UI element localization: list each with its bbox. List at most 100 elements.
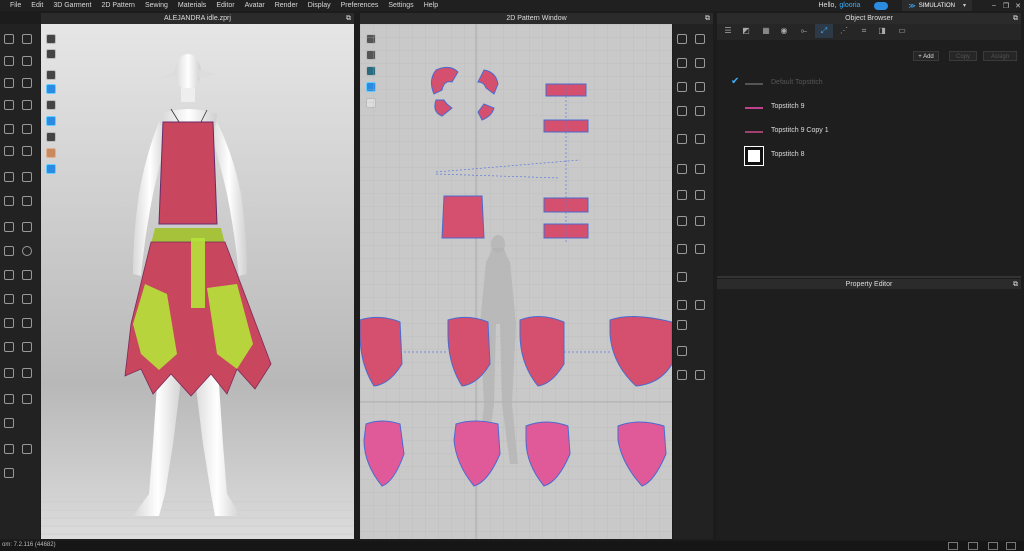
- menu-edit[interactable]: Edit: [26, 2, 48, 9]
- needle-icon[interactable]: [4, 78, 14, 88]
- menu-settings[interactable]: Settings: [383, 2, 418, 9]
- menu-help[interactable]: Help: [419, 2, 443, 9]
- tape-icon[interactable]: [4, 394, 14, 404]
- layout-icon[interactable]: [948, 542, 958, 550]
- split-view-icon[interactable]: [968, 542, 978, 550]
- ruler-icon[interactable]: [22, 222, 32, 232]
- trim-icon[interactable]: [677, 370, 687, 380]
- view3d-viewport[interactable]: [41, 24, 354, 539]
- restore-button[interactable]: ❐: [1000, 2, 1012, 10]
- view2d-viewport[interactable]: [360, 24, 672, 539]
- hole-icon[interactable]: [677, 244, 687, 254]
- cloud-icon[interactable]: [874, 1, 889, 10]
- cut-icon[interactable]: [677, 164, 687, 174]
- mode-selector[interactable]: ≫ SIMULATION ▾: [902, 0, 972, 11]
- menu-file[interactable]: File: [5, 2, 26, 9]
- segment-sewing-icon[interactable]: [677, 106, 687, 116]
- cube-icon[interactable]: [22, 270, 32, 280]
- ruler2-icon[interactable]: [22, 394, 32, 404]
- float-icon[interactable]: ⧉: [1013, 13, 1018, 24]
- list-item[interactable]: Topstitch 9 Copy 1: [717, 120, 1021, 144]
- stitch-icon[interactable]: [677, 190, 687, 200]
- seam-icon[interactable]: [4, 146, 14, 156]
- check-sewing-icon[interactable]: [695, 134, 705, 144]
- grade-icon[interactable]: [677, 346, 687, 356]
- graphic-tab-icon[interactable]: ▦: [757, 24, 775, 38]
- button-2d-icon[interactable]: [695, 190, 705, 200]
- panel-splitter[interactable]: [717, 276, 1021, 278]
- float-icon[interactable]: ⧉: [705, 13, 710, 24]
- box-icon[interactable]: [4, 270, 14, 280]
- minimize-button[interactable]: –: [988, 2, 1000, 9]
- arrange-icon[interactable]: [4, 124, 14, 134]
- scissors-icon[interactable]: [22, 78, 32, 88]
- menu-materials[interactable]: Materials: [173, 2, 211, 9]
- pose-icon[interactable]: [4, 318, 14, 328]
- shoe-icon[interactable]: [4, 444, 14, 454]
- user-name[interactable]: glooria: [839, 2, 860, 9]
- trace-icon[interactable]: [695, 164, 705, 174]
- close-button[interactable]: ✕: [1012, 2, 1024, 10]
- button-tab-icon[interactable]: ◉: [775, 24, 793, 38]
- line-icon[interactable]: [4, 222, 14, 232]
- assign-button[interactable]: Assign: [983, 51, 1017, 61]
- list-view-icon[interactable]: ☰: [719, 24, 737, 38]
- dress-icon[interactable]: [22, 368, 32, 378]
- topstitch-tab-icon[interactable]: ⤢: [815, 24, 833, 38]
- menu-editor[interactable]: Editor: [211, 2, 239, 9]
- menu-2d-pattern[interactable]: 2D Pattern: [96, 2, 139, 9]
- hanger-icon[interactable]: [4, 246, 14, 256]
- topstitch-icon[interactable]: [22, 196, 32, 206]
- transform-pattern-icon[interactable]: [677, 34, 687, 44]
- strap-icon[interactable]: [4, 172, 14, 182]
- list-item[interactable]: ✔ Default Topstitch: [717, 72, 1021, 96]
- avatar-size-icon[interactable]: [22, 294, 32, 304]
- dart-icon[interactable]: [695, 82, 705, 92]
- polygon-icon[interactable]: [677, 58, 687, 68]
- transform-icon[interactable]: [22, 34, 32, 44]
- edit-point-icon[interactable]: [695, 34, 705, 44]
- float-icon[interactable]: ⧉: [346, 13, 351, 24]
- text-annotation-icon[interactable]: [677, 300, 687, 310]
- move-icon[interactable]: [4, 56, 14, 66]
- fold-arrange-icon[interactable]: [677, 134, 687, 144]
- list-item[interactable]: Topstitch 8: [717, 144, 1021, 168]
- menu-preferences[interactable]: Preferences: [336, 2, 384, 9]
- skin-icon[interactable]: [4, 342, 14, 352]
- puckering-tab-icon[interactable]: ⋰: [835, 24, 853, 38]
- fitting-icon[interactable]: [4, 294, 14, 304]
- buttonhole-tab-icon[interactable]: ⟜: [795, 24, 813, 38]
- zipper-icon[interactable]: [4, 196, 14, 206]
- knife-icon[interactable]: [4, 418, 14, 428]
- internal-polygon-icon[interactable]: [677, 82, 687, 92]
- arrangement-icon[interactable]: [22, 318, 32, 328]
- add-button[interactable]: + Add: [913, 51, 939, 61]
- zipper-2d-icon[interactable]: [695, 370, 705, 380]
- button-tool-icon[interactable]: [22, 172, 32, 182]
- texture-2d-icon[interactable]: [677, 272, 687, 282]
- menu-avatar[interactable]: Avatar: [240, 2, 270, 9]
- 3d-view-icon[interactable]: [1006, 542, 1016, 550]
- pleat-icon[interactable]: [695, 244, 705, 254]
- free-sewing-icon[interactable]: [695, 106, 705, 116]
- select-tool-icon[interactable]: [4, 34, 14, 44]
- pin-icon[interactable]: [22, 56, 32, 66]
- fold-icon[interactable]: [22, 100, 32, 110]
- menu-render[interactable]: Render: [270, 2, 303, 9]
- 2d-view-icon[interactable]: [988, 542, 998, 550]
- zipper-tab-icon[interactable]: ⌗: [855, 24, 873, 38]
- text-size-icon[interactable]: [677, 320, 687, 330]
- measure-icon[interactable]: [22, 146, 32, 156]
- pin-2d-icon[interactable]: [695, 216, 705, 226]
- layer-icon[interactable]: [4, 368, 14, 378]
- shirt-icon[interactable]: [22, 342, 32, 352]
- fabric-tab-icon[interactable]: ◩: [737, 24, 755, 38]
- measure-2d-icon[interactable]: [695, 300, 705, 310]
- ruler-tab-icon[interactable]: ▭: [893, 24, 911, 38]
- tape-2d-icon[interactable]: [677, 216, 687, 226]
- list-item[interactable]: Topstitch 9: [717, 96, 1021, 120]
- copy-button[interactable]: Copy: [949, 51, 977, 61]
- brush-icon[interactable]: [4, 100, 14, 110]
- menu-display[interactable]: Display: [303, 2, 336, 9]
- sphere-icon[interactable]: [22, 246, 32, 256]
